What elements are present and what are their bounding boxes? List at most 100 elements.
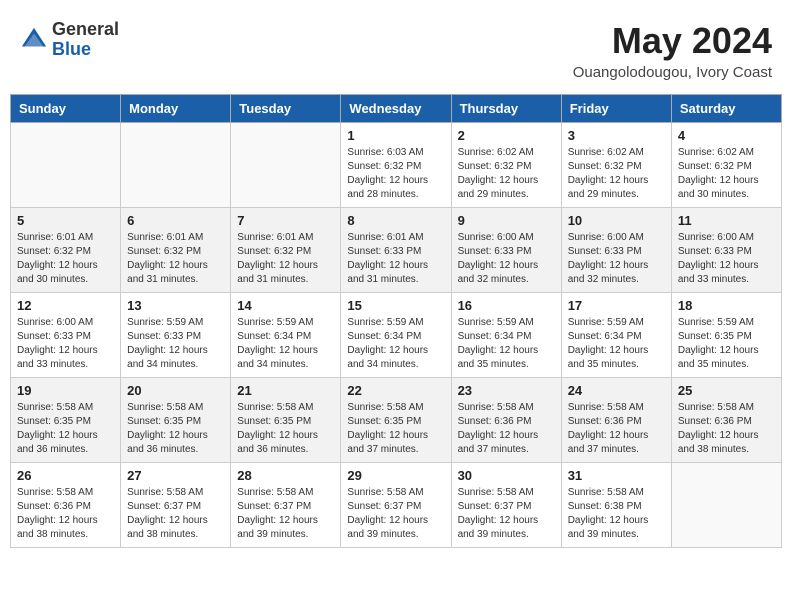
- day-number: 6: [127, 213, 224, 228]
- calendar-day-cell: 19 Sunrise: 5:58 AMSunset: 6:35 PMDayligh…: [11, 378, 121, 463]
- day-number: 18: [678, 298, 775, 313]
- day-info: Sunrise: 5:58 AMSunset: 6:37 PMDaylight:…: [237, 486, 334, 542]
- day-number: 17: [568, 298, 665, 313]
- day-number: 12: [17, 298, 114, 313]
- calendar-day-cell: [11, 123, 121, 208]
- calendar-day-cell: 21Sunrise: 5:58 AMSunset: 6:35 PMDayligh…: [231, 378, 341, 463]
- calendar-day-cell: 23 Sunrise: 5:58 AMSunset: 6:36 PMDayligh…: [451, 378, 561, 463]
- day-info: Sunrise: 6:02 AMSunset: 6:32 PMDaylight:…: [568, 146, 665, 202]
- calendar-week-row: 12 Sunrise: 6:00 AMSunset: 6:33 PMDayligh…: [11, 293, 782, 378]
- col-header-monday: Monday: [121, 95, 231, 123]
- day-number: 28: [237, 468, 334, 483]
- calendar-day-cell: [121, 123, 231, 208]
- day-info: Sunrise: 5:59 AMSunset: 6:33 PMDaylight:…: [127, 316, 224, 372]
- logo-blue: Blue: [52, 39, 91, 59]
- calendar-day-cell: [671, 463, 781, 548]
- day-number: 9: [458, 213, 555, 228]
- calendar-day-cell: 9Sunrise: 6:00 AMSunset: 6:33 PMDaylight…: [451, 208, 561, 293]
- day-info: Sunrise: 5:58 AMSunset: 6:35 PMDaylight:…: [237, 401, 334, 457]
- location-subtitle: Ouangolodougou, Ivory Coast: [573, 64, 772, 81]
- calendar-day-cell: 12 Sunrise: 6:00 AMSunset: 6:33 PMDayligh…: [11, 293, 121, 378]
- day-number: 30: [458, 468, 555, 483]
- calendar-day-cell: 29 Sunrise: 5:58 AMSunset: 6:37 PMDayligh…: [341, 463, 451, 548]
- day-number: 14: [237, 298, 334, 313]
- day-number: 29: [347, 468, 444, 483]
- calendar-day-cell: 25 Sunrise: 5:58 AMSunset: 6:36 PMDayligh…: [671, 378, 781, 463]
- logo-general: General: [52, 19, 119, 39]
- col-header-sunday: Sunday: [11, 95, 121, 123]
- calendar-day-cell: 15Sunrise: 5:59 AMSunset: 6:34 PMDayligh…: [341, 293, 451, 378]
- day-number: 5: [17, 213, 114, 228]
- day-info: Sunrise: 5:58 AMSunset: 6:36 PMDaylight:…: [678, 401, 775, 457]
- calendar-day-cell: 22Sunrise: 5:58 AMSunset: 6:35 PMDayligh…: [341, 378, 451, 463]
- day-number: 22: [347, 383, 444, 398]
- day-info: Sunrise: 5:58 AMSunset: 6:37 PMDaylight:…: [347, 486, 444, 542]
- day-number: 7: [237, 213, 334, 228]
- logo-icon: [20, 26, 48, 54]
- calendar-day-cell: 6 Sunrise: 6:01 AMSunset: 6:32 PMDaylight…: [121, 208, 231, 293]
- col-header-tuesday: Tuesday: [231, 95, 341, 123]
- day-number: 3: [568, 128, 665, 143]
- day-info: Sunrise: 6:00 AMSunset: 6:33 PMDaylight:…: [17, 316, 114, 372]
- calendar-day-cell: 17 Sunrise: 5:59 AMSunset: 6:34 PMDayligh…: [561, 293, 671, 378]
- page-header: General Blue May 2024 Ouangolodougou, Iv…: [10, 10, 782, 86]
- calendar-day-cell: 2 Sunrise: 6:02 AMSunset: 6:32 PMDaylight…: [451, 123, 561, 208]
- calendar-day-cell: 26Sunrise: 5:58 AMSunset: 6:36 PMDayligh…: [11, 463, 121, 548]
- col-header-friday: Friday: [561, 95, 671, 123]
- calendar-day-cell: 11 Sunrise: 6:00 AMSunset: 6:33 PMDayligh…: [671, 208, 781, 293]
- day-number: 31: [568, 468, 665, 483]
- calendar-week-row: 1 Sunrise: 6:03 AMSunset: 6:32 PMDaylight…: [11, 123, 782, 208]
- day-info: Sunrise: 5:59 AMSunset: 6:34 PMDaylight:…: [347, 316, 444, 372]
- calendar-day-cell: 20Sunrise: 5:58 AMSunset: 6:35 PMDayligh…: [121, 378, 231, 463]
- calendar-day-cell: 18Sunrise: 5:59 AMSunset: 6:35 PMDayligh…: [671, 293, 781, 378]
- day-info: Sunrise: 5:58 AMSunset: 6:35 PMDaylight:…: [17, 401, 114, 457]
- day-number: 2: [458, 128, 555, 143]
- calendar-day-cell: 5 Sunrise: 6:01 AMSunset: 6:32 PMDaylight…: [11, 208, 121, 293]
- calendar-day-cell: 10 Sunrise: 6:00 AMSunset: 6:33 PMDayligh…: [561, 208, 671, 293]
- day-number: 11: [678, 213, 775, 228]
- day-info: Sunrise: 6:01 AMSunset: 6:32 PMDaylight:…: [17, 231, 114, 287]
- day-info: Sunrise: 5:58 AMSunset: 6:36 PMDaylight:…: [17, 486, 114, 542]
- day-number: 4: [678, 128, 775, 143]
- calendar-header-row: SundayMondayTuesdayWednesdayThursdayFrid…: [11, 95, 782, 123]
- logo-text: General Blue: [52, 20, 119, 60]
- day-info: Sunrise: 5:58 AMSunset: 6:38 PMDaylight:…: [568, 486, 665, 542]
- day-number: 1: [347, 128, 444, 143]
- day-number: 10: [568, 213, 665, 228]
- day-info: Sunrise: 6:01 AMSunset: 6:32 PMDaylight:…: [127, 231, 224, 287]
- day-info: Sunrise: 6:00 AMSunset: 6:33 PMDaylight:…: [568, 231, 665, 287]
- calendar-day-cell: 31 Sunrise: 5:58 AMSunset: 6:38 PMDayligh…: [561, 463, 671, 548]
- day-number: 24: [568, 383, 665, 398]
- calendar-week-row: 26Sunrise: 5:58 AMSunset: 6:36 PMDayligh…: [11, 463, 782, 548]
- calendar-day-cell: 16Sunrise: 5:59 AMSunset: 6:34 PMDayligh…: [451, 293, 561, 378]
- calendar-day-cell: 13Sunrise: 5:59 AMSunset: 6:33 PMDayligh…: [121, 293, 231, 378]
- calendar-day-cell: 8 Sunrise: 6:01 AMSunset: 6:33 PMDaylight…: [341, 208, 451, 293]
- day-info: Sunrise: 6:02 AMSunset: 6:32 PMDaylight:…: [458, 146, 555, 202]
- day-info: Sunrise: 5:59 AMSunset: 6:34 PMDaylight:…: [568, 316, 665, 372]
- day-number: 27: [127, 468, 224, 483]
- day-info: Sunrise: 5:58 AMSunset: 6:36 PMDaylight:…: [568, 401, 665, 457]
- day-number: 19: [17, 383, 114, 398]
- day-number: 8: [347, 213, 444, 228]
- calendar-day-cell: [231, 123, 341, 208]
- day-info: Sunrise: 5:58 AMSunset: 6:37 PMDaylight:…: [458, 486, 555, 542]
- calendar-day-cell: 7 Sunrise: 6:01 AMSunset: 6:32 PMDaylight…: [231, 208, 341, 293]
- day-info: Sunrise: 6:00 AMSunset: 6:33 PMDaylight:…: [678, 231, 775, 287]
- day-info: Sunrise: 6:03 AMSunset: 6:32 PMDaylight:…: [347, 146, 444, 202]
- title-block: May 2024 Ouangolodougou, Ivory Coast: [573, 20, 772, 81]
- day-info: Sunrise: 6:02 AMSunset: 6:32 PMDaylight:…: [678, 146, 775, 202]
- calendar-week-row: 19 Sunrise: 5:58 AMSunset: 6:35 PMDayligh…: [11, 378, 782, 463]
- calendar-day-cell: 1 Sunrise: 6:03 AMSunset: 6:32 PMDaylight…: [341, 123, 451, 208]
- day-info: Sunrise: 6:01 AMSunset: 6:32 PMDaylight:…: [237, 231, 334, 287]
- day-info: Sunrise: 5:59 AMSunset: 6:34 PMDaylight:…: [458, 316, 555, 372]
- day-number: 20: [127, 383, 224, 398]
- day-info: Sunrise: 5:58 AMSunset: 6:36 PMDaylight:…: [458, 401, 555, 457]
- logo: General Blue: [20, 20, 119, 60]
- calendar-day-cell: 28 Sunrise: 5:58 AMSunset: 6:37 PMDayligh…: [231, 463, 341, 548]
- calendar-table: SundayMondayTuesdayWednesdayThursdayFrid…: [10, 94, 782, 548]
- day-number: 25: [678, 383, 775, 398]
- col-header-thursday: Thursday: [451, 95, 561, 123]
- day-info: Sunrise: 6:01 AMSunset: 6:33 PMDaylight:…: [347, 231, 444, 287]
- col-header-wednesday: Wednesday: [341, 95, 451, 123]
- day-number: 23: [458, 383, 555, 398]
